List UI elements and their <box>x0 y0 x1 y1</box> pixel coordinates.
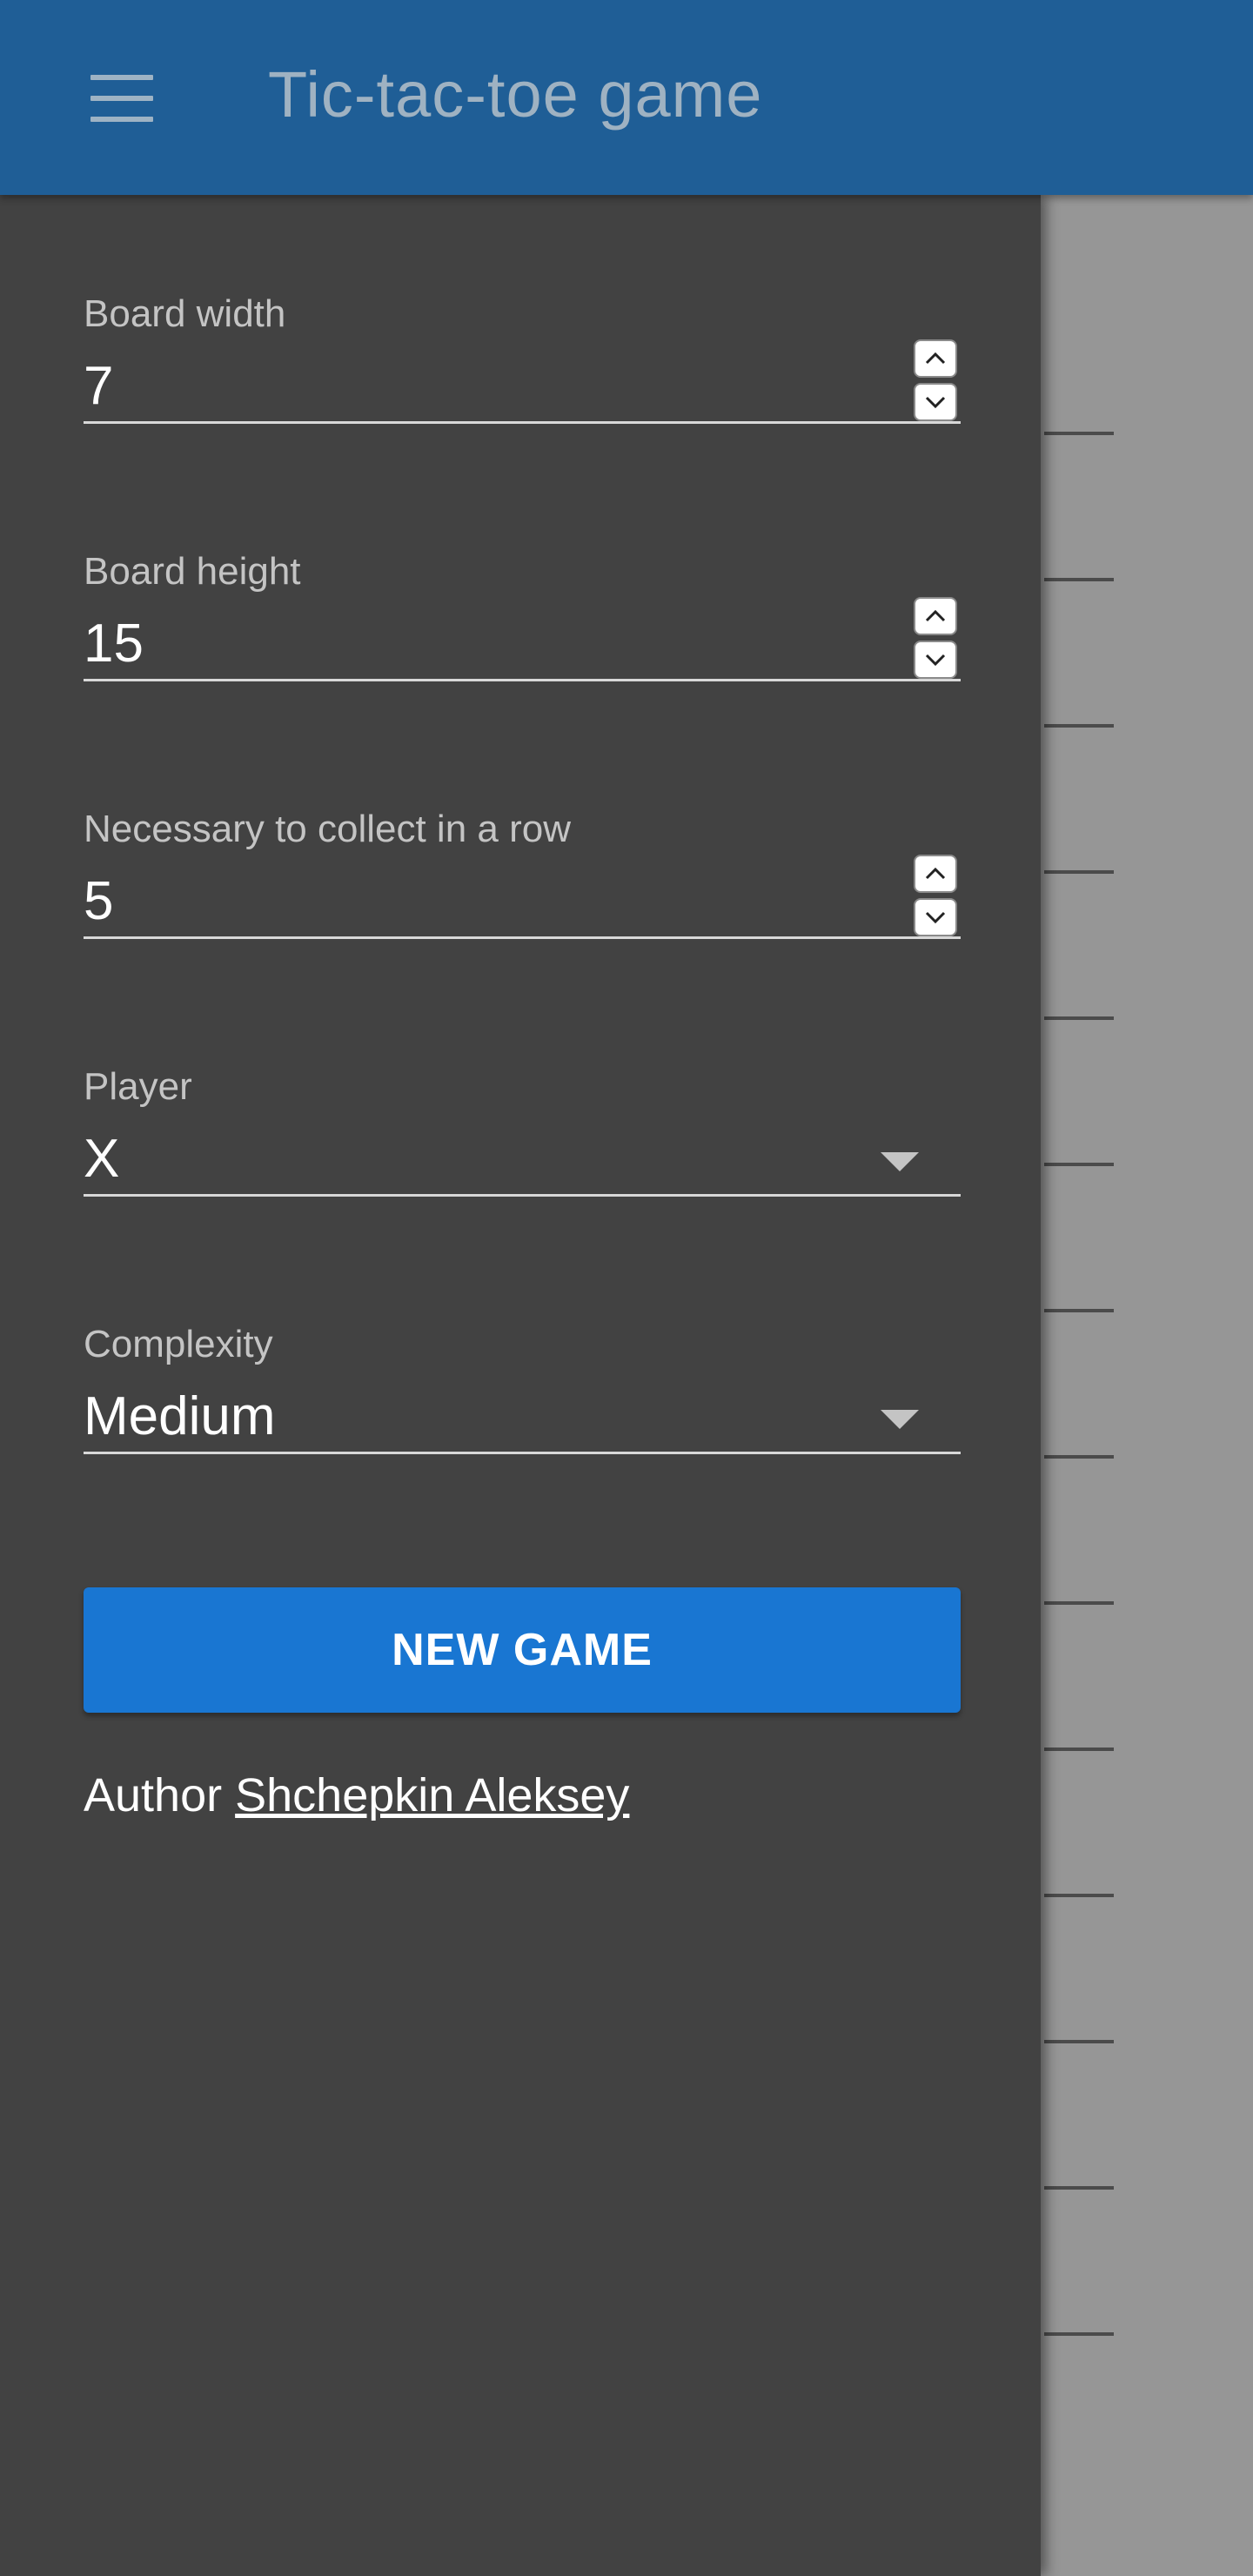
board-width-value[interactable]: 7 <box>84 355 113 417</box>
dropdown-arrow-icon[interactable] <box>881 1152 919 1171</box>
decrement-button[interactable] <box>914 898 957 936</box>
board-width-field: Board width 7 <box>84 292 961 424</box>
player-value[interactable]: X <box>84 1128 119 1190</box>
board-height-input[interactable]: 15 <box>84 597 961 684</box>
chevron-down-icon <box>925 654 946 667</box>
settings-drawer: Board width 7 Board height 15 Necessary … <box>0 195 1041 2576</box>
board-width-label: Board width <box>84 292 286 335</box>
chevron-down-icon <box>925 396 946 409</box>
player-label: Player <box>84 1065 192 1108</box>
chevron-up-icon <box>925 609 946 622</box>
complexity-label: Complexity <box>84 1323 273 1365</box>
chevron-up-icon <box>925 352 946 365</box>
chevron-down-icon <box>925 911 946 924</box>
board-width-input[interactable]: 7 <box>84 339 961 424</box>
author-credit: Author Shchepkin Aleksey <box>84 1768 629 1822</box>
increment-button[interactable] <box>914 597 957 635</box>
in-a-row-value[interactable]: 5 <box>84 870 113 932</box>
complexity-select[interactable]: Medium <box>84 1373 961 1454</box>
app-bar: Tic-tac-toe game <box>0 0 1253 195</box>
board-height-field: Board height 15 <box>84 550 961 681</box>
increment-button[interactable] <box>914 855 957 893</box>
author-prefix: Author <box>84 1769 223 1821</box>
complexity-value[interactable]: Medium <box>84 1385 276 1447</box>
board-height-stepper[interactable] <box>914 597 961 684</box>
board-height-value[interactable]: 15 <box>84 613 144 674</box>
board-height-label: Board height <box>84 550 301 593</box>
player-select[interactable]: X <box>84 1116 961 1197</box>
in-a-row-input[interactable]: 5 <box>84 855 961 942</box>
player-field: Player X <box>84 1065 961 1197</box>
app-title: Tic-tac-toe game <box>268 58 763 131</box>
new-game-button[interactable]: NEW GAME <box>84 1587 961 1713</box>
dropdown-arrow-icon[interactable] <box>881 1410 919 1429</box>
complexity-field: Complexity Medium <box>84 1323 961 1454</box>
decrement-button[interactable] <box>914 383 957 421</box>
in-a-row-field: Necessary to collect in a row 5 <box>84 808 961 939</box>
hamburger-menu-icon[interactable] <box>90 75 153 122</box>
author-link[interactable]: Shchepkin Aleksey <box>235 1769 629 1821</box>
decrement-button[interactable] <box>914 641 957 679</box>
increment-button[interactable] <box>914 339 957 378</box>
in-a-row-stepper[interactable] <box>914 855 961 942</box>
board-width-stepper[interactable] <box>914 339 961 426</box>
chevron-up-icon <box>925 867 946 880</box>
in-a-row-label: Necessary to collect in a row <box>84 808 571 850</box>
